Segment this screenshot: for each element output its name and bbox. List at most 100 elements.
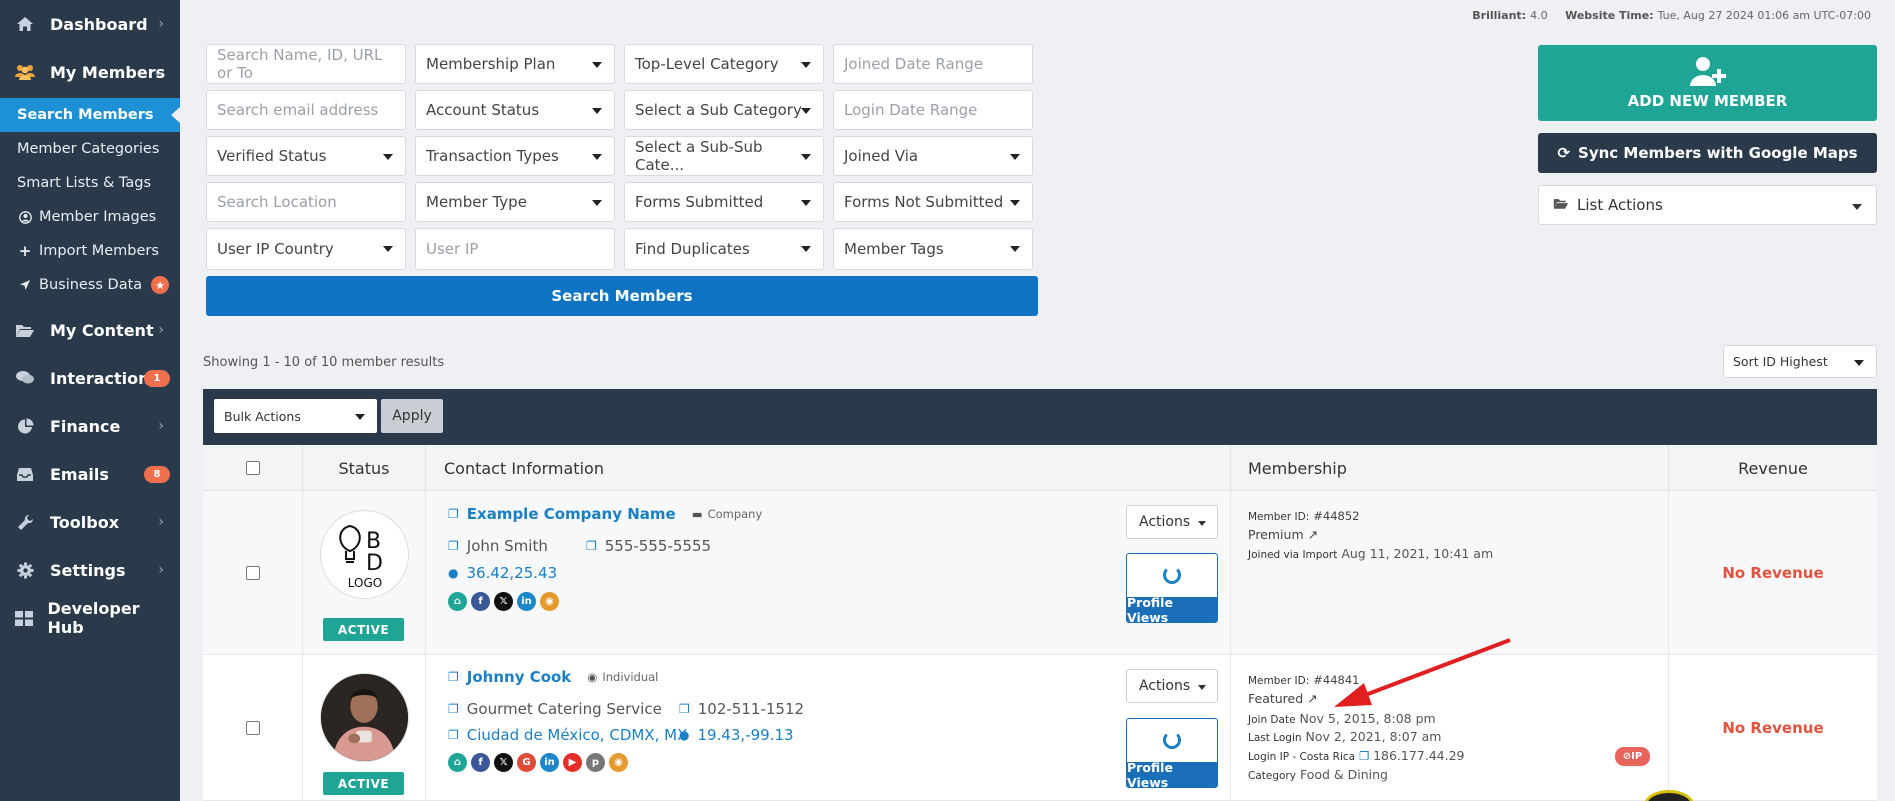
login-date-input[interactable]: Login Date Range <box>833 90 1033 130</box>
header-membership: Membership <box>1231 445 1669 491</box>
member-type-label: Company <box>707 507 763 521</box>
linkedin-icon[interactable]: in <box>517 592 536 611</box>
copy-icon[interactable]: ❐ <box>448 670 459 684</box>
location-link[interactable]: Ciudad de México, CDMX, MX <box>467 726 688 744</box>
copy-icon[interactable]: ❐ <box>448 539 459 553</box>
nav-dashboard[interactable]: Dashboard › <box>0 0 180 48</box>
youtube-icon[interactable]: ▶ <box>563 753 582 772</box>
profile-views-button[interactable]: Profile Views <box>1126 718 1218 788</box>
member-tags-select[interactable]: Member Tags <box>833 228 1033 270</box>
sub-sub-category-select[interactable]: Select a Sub-Sub Cate... <box>624 136 824 176</box>
facebook-icon[interactable]: f <box>471 753 490 772</box>
joined-via-select[interactable]: Joined Via <box>833 136 1033 176</box>
member-type-select[interactable]: Member Type <box>415 182 615 222</box>
chevron-right-icon: › <box>158 418 164 434</box>
nav-settings[interactable]: Settings › <box>0 546 180 594</box>
copy-icon[interactable]: ❐ <box>1359 749 1369 763</box>
pinterest-icon[interactable]: p <box>586 753 605 772</box>
google-plus-icon[interactable]: G <box>517 753 536 772</box>
nav-smart-lists[interactable]: Smart Lists & Tags <box>0 166 180 200</box>
nav-member-categories[interactable]: Member Categories <box>0 132 180 166</box>
nav-interactions[interactable]: Interactions 1 <box>0 354 180 402</box>
forms-submitted-select[interactable]: Forms Submitted <box>624 182 824 222</box>
search-name-input[interactable]: Search Name, ID, URL or To <box>206 44 406 84</box>
revenue-value: No Revenue <box>1722 563 1824 582</box>
nav-import-members[interactable]: + Import Members <box>0 234 180 268</box>
coordinates-link[interactable]: 36.42,25.43 <box>466 564 557 582</box>
ip-block-badge[interactable]: ⊘ IP <box>1615 747 1650 766</box>
copy-icon[interactable]: ❐ <box>679 702 690 716</box>
profile-views-button[interactable]: Profile Views <box>1126 553 1218 623</box>
find-duplicates-select[interactable]: Find Duplicates <box>624 228 824 270</box>
nav-label: Finance <box>50 416 121 436</box>
copy-icon[interactable]: ❐ <box>448 702 459 716</box>
sort-select[interactable]: Sort ID Highest <box>1723 345 1877 378</box>
forms-not-submitted-select[interactable]: Forms Not Submitted <box>833 182 1033 222</box>
nav-label: Settings <box>50 560 126 580</box>
sync-label: Sync Members with Google Maps <box>1578 144 1858 162</box>
login-ip-label: Login IP - Costa Rica <box>1248 751 1356 763</box>
search-members-button[interactable]: Search Members <box>206 276 1038 316</box>
plan-link[interactable]: Premium ↗ <box>1248 527 1318 542</box>
nav-emails[interactable]: Emails 8 <box>0 450 180 498</box>
ip-country-select[interactable]: User IP Country <box>206 228 406 270</box>
member-avatar[interactable] <box>320 673 409 762</box>
location-input[interactable]: Search Location <box>206 182 406 222</box>
revenue-cell: No Revenue <box>1669 655 1877 800</box>
joined-date-input[interactable]: Joined Date Range <box>833 44 1033 84</box>
verified-status-select[interactable]: Verified Status <box>206 136 406 176</box>
facebook-icon[interactable]: f <box>471 592 490 611</box>
actions-dropdown[interactable]: Actions <box>1126 669 1218 703</box>
membership-cell: Member ID: #44852 Premium ↗ Joined via Im… <box>1231 491 1669 654</box>
add-new-member-button[interactable]: ADD NEW MEMBER <box>1538 45 1877 121</box>
sub-category-select[interactable]: Select a Sub Category <box>624 90 824 130</box>
plan-name: Featured <box>1248 691 1304 706</box>
nav-member-images[interactable]: Member Images <box>0 200 180 234</box>
user-ip-input[interactable]: User IP <box>415 228 615 270</box>
member-name-link[interactable]: Johnny Cook <box>467 668 572 686</box>
rss-icon[interactable]: ◉ <box>609 753 628 772</box>
sub-label: Member Categories <box>17 141 160 157</box>
top-category-select[interactable]: Top-Level Category <box>624 44 824 84</box>
website-time-value: Tue, Aug 27 2024 01:06 am UTC-07:00 <box>1657 9 1871 22</box>
row-checkbox[interactable] <box>245 720 260 735</box>
email-input[interactable]: Search email address <box>206 90 406 130</box>
bulk-actions-select[interactable]: Bulk Actions <box>214 399 377 433</box>
nav-finance[interactable]: Finance › <box>0 402 180 450</box>
last-login-label: Last Login <box>1248 732 1302 744</box>
nav-search-members[interactable]: Search Members <box>0 98 180 132</box>
copy-icon[interactable]: ❐ <box>586 539 597 553</box>
select-all-checkbox[interactable] <box>245 461 260 475</box>
x-twitter-icon[interactable]: 𝕏 <box>494 592 513 611</box>
member-name-link[interactable]: Example Company Name <box>467 505 676 523</box>
last-login-line: Last Login Nov 2, 2021, 8:07 am <box>1248 729 1441 744</box>
gear-icon <box>14 561 36 579</box>
nav-developer-hub[interactable]: Developer Hub <box>0 594 180 642</box>
company-logo[interactable]: B D LOGO <box>320 510 409 599</box>
nav-business-data[interactable]: Business Data ★ <box>0 268 180 302</box>
folder-open-icon <box>14 321 36 339</box>
list-actions-dropdown[interactable]: List Actions <box>1538 185 1877 225</box>
actions-dropdown[interactable]: Actions <box>1126 505 1218 539</box>
plan-link[interactable]: Featured ↗ <box>1248 691 1318 706</box>
account-status-select[interactable]: Account Status <box>415 90 615 130</box>
nav-toolbox[interactable]: Toolbox › <box>0 498 180 546</box>
linkedin-icon[interactable]: in <box>540 753 559 772</box>
website-icon[interactable]: ⌂ <box>448 592 467 611</box>
logo-text: LOGO <box>347 576 381 590</box>
apply-button[interactable]: Apply <box>381 399 443 433</box>
nav-my-members[interactable]: My Members ⌄ <box>0 48 180 96</box>
copy-icon[interactable]: ❐ <box>448 507 459 521</box>
coordinates-link[interactable]: 19.43,-99.13 <box>697 726 793 744</box>
transaction-types-select[interactable]: Transaction Types <box>415 136 615 176</box>
row-select-cell <box>203 655 303 800</box>
sync-google-maps-button[interactable]: ⟳ Sync Members with Google Maps <box>1538 133 1877 173</box>
copy-icon[interactable]: ❐ <box>448 728 459 742</box>
x-twitter-icon[interactable]: 𝕏 <box>494 753 513 772</box>
nav-my-content[interactable]: My Content › <box>0 306 180 354</box>
nav-label: Interactions <box>50 368 160 388</box>
rss-icon[interactable]: ◉ <box>540 592 559 611</box>
membership-plan-select[interactable]: Membership Plan <box>415 44 615 84</box>
row-checkbox[interactable] <box>245 565 260 580</box>
website-icon[interactable]: ⌂ <box>448 753 467 772</box>
